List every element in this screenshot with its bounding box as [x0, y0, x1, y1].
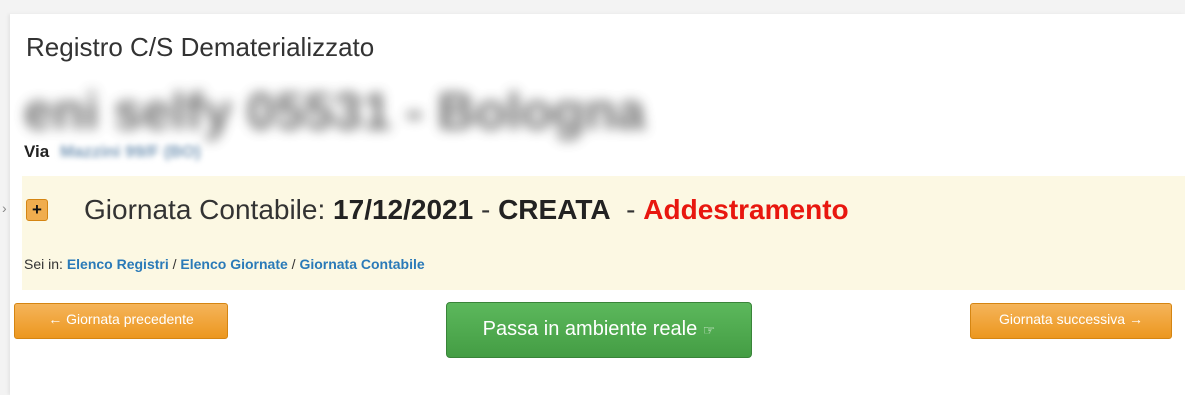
- switch-to-real-environment-button[interactable]: Passa in ambiente reale ☞: [446, 302, 752, 358]
- day-heading: Giornata Contabile: 17/12/2021 - CREATA …: [84, 194, 849, 226]
- day-status: CREATA: [498, 194, 611, 225]
- breadcrumb-elenco-registri[interactable]: Elenco Registri: [67, 256, 169, 272]
- day-dash: -: [626, 194, 636, 225]
- previous-day-label: Giornata precedente: [66, 311, 194, 327]
- breadcrumb-giornata-contabile[interactable]: Giornata Contabile: [299, 256, 424, 272]
- edge-mark: ›: [2, 200, 7, 216]
- arrow-left-icon: ←: [48, 311, 63, 327]
- address-value: Mazzini 99/F (BO): [59, 142, 201, 161]
- station-name: eni selfy 05531 - Bologna: [24, 83, 646, 141]
- next-day-label: Giornata successiva: [999, 311, 1126, 327]
- next-day-button[interactable]: Giornata successiva →: [970, 303, 1172, 339]
- day-mode: Addestramento: [643, 194, 849, 225]
- day-separator: -: [480, 194, 491, 225]
- day-box: + Giornata Contabile: 17/12/2021 - CREAT…: [22, 176, 1185, 290]
- address-label: Via: [24, 142, 50, 161]
- switch-to-real-label: Passa in ambiente reale: [482, 318, 698, 340]
- breadcrumb-elenco-giornate[interactable]: Elenco Giornate: [180, 256, 287, 272]
- expand-button[interactable]: +: [26, 199, 48, 221]
- day-label: Giornata Contabile:: [84, 194, 326, 225]
- breadcrumb-prefix: Sei in:: [24, 256, 63, 272]
- day-date: 17/12/2021: [333, 194, 474, 225]
- previous-day-button[interactable]: ← Giornata precedente: [14, 303, 228, 339]
- pointing-hand-icon: ☞: [702, 322, 716, 338]
- register-title: Registro C/S Dematerializzato: [26, 32, 375, 62]
- breadcrumb: Sei in: Elenco Registri / Elenco Giornat…: [24, 256, 425, 272]
- breadcrumb-separator: /: [172, 256, 177, 272]
- breadcrumb-separator: /: [291, 256, 296, 272]
- address-row: Via Mazzini 99/F (BO): [24, 142, 201, 162]
- arrow-right-icon: →: [1128, 311, 1143, 327]
